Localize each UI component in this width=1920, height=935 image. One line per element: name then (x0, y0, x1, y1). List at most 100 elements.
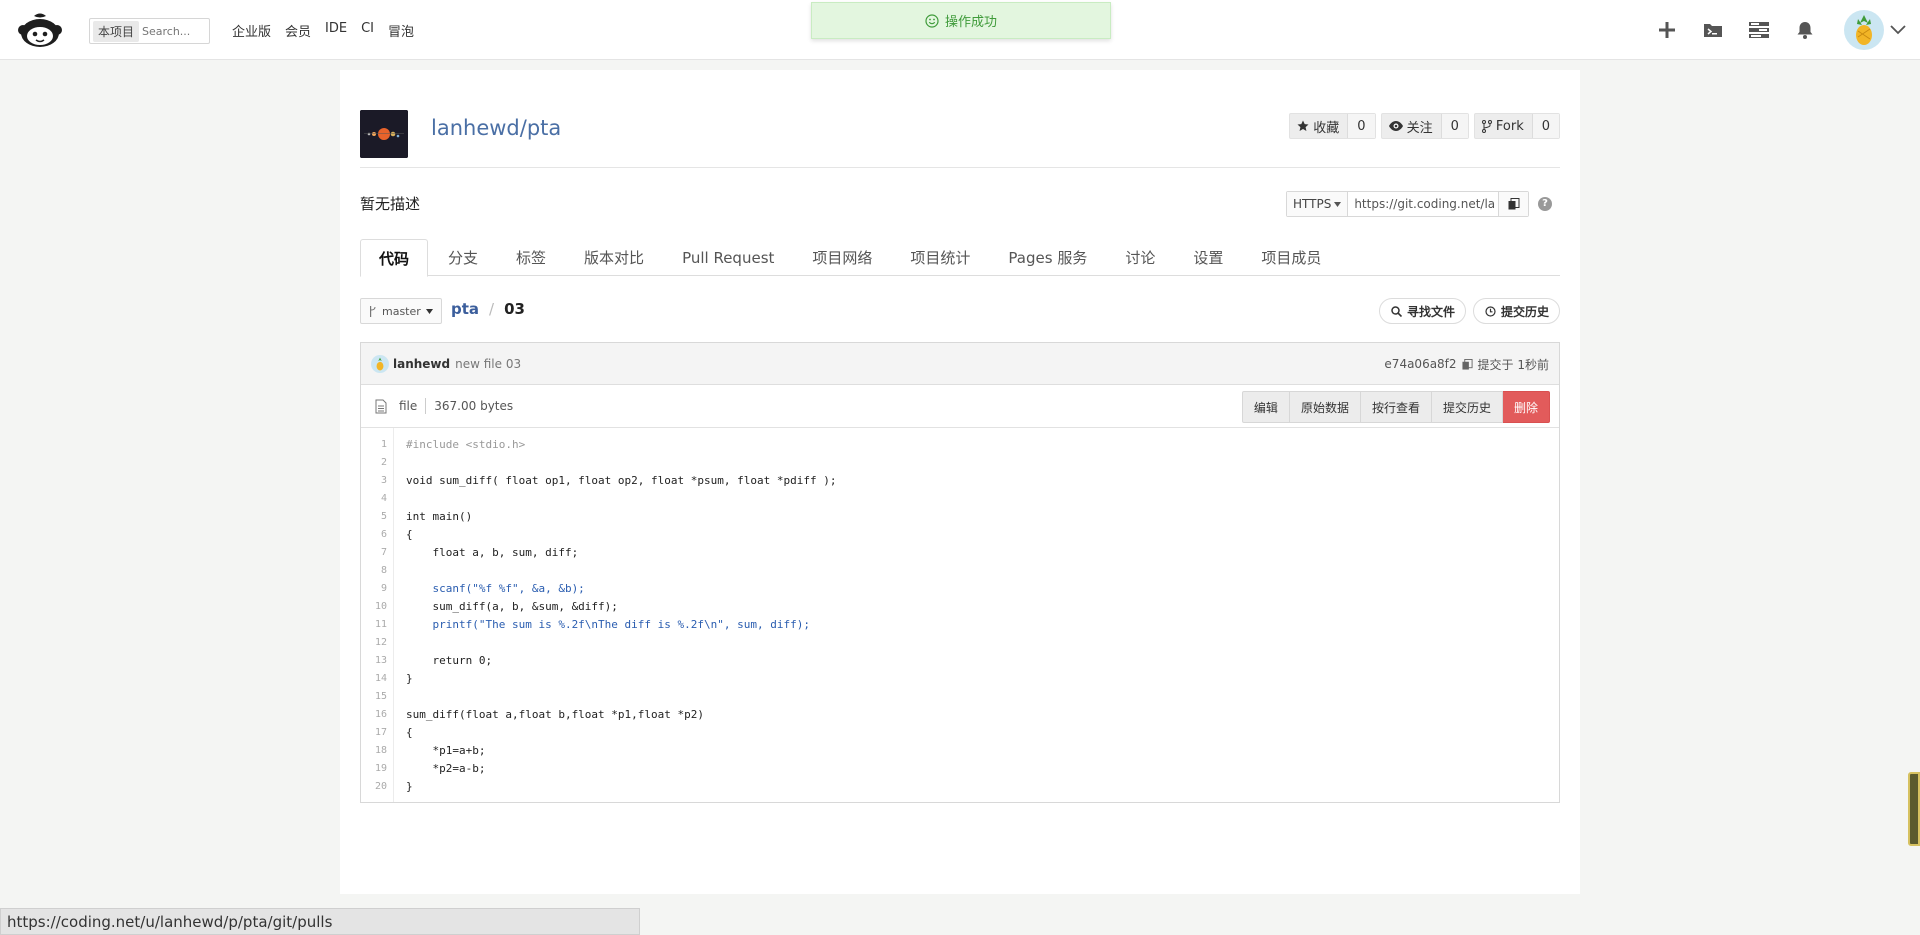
fork-button[interactable]: Fork 0 (1473, 113, 1560, 139)
user-menu[interactable] (1844, 10, 1906, 50)
top-nav: 企业版 会员 IDE CI 冒泡 (232, 21, 414, 40)
search-box[interactable]: 本项目 (89, 18, 210, 44)
file-icon (375, 399, 387, 413)
delete-button[interactable]: 删除 (1502, 391, 1550, 423)
nav-member[interactable]: 会员 (285, 21, 311, 40)
top-icons (1634, 0, 1920, 60)
line-number[interactable]: 6 (361, 529, 387, 540)
breadcrumb-repo[interactable]: pta (451, 300, 479, 318)
code-text: *p1=a+b; (406, 743, 486, 757)
history-button[interactable]: 提交历史 (1472, 298, 1560, 324)
line-number[interactable]: 12 (361, 637, 387, 648)
line-number[interactable]: 14 (361, 673, 387, 684)
blame-button[interactable]: 按行查看 (1360, 391, 1432, 423)
line-number[interactable]: 16 (361, 709, 387, 720)
chevron-down-icon[interactable] (1890, 25, 1906, 35)
tab-code[interactable]: 代码 (360, 239, 429, 277)
divider (425, 398, 427, 414)
clone-url-input[interactable]: https://git.coding.net/la (1348, 192, 1498, 216)
line-number[interactable]: 15 (361, 691, 387, 702)
file-history-button[interactable]: 提交历史 (1431, 391, 1503, 423)
code-line: 16 sum_diff(float a,float b,float *p1,flo… (361, 705, 1559, 723)
avatar[interactable] (1844, 10, 1884, 50)
tab-tags[interactable]: 标签 (498, 239, 564, 276)
plus-icon[interactable] (1654, 17, 1680, 43)
tab-settings[interactable]: 设置 (1175, 239, 1241, 276)
line-number[interactable]: 2 (361, 457, 387, 468)
line-number[interactable]: 8 (361, 565, 387, 576)
code-text: sum_diff(float a,float b,float *p1,float… (406, 707, 705, 721)
nav-bubble[interactable]: 冒泡 (388, 21, 414, 40)
line-number[interactable]: 19 (361, 763, 387, 774)
line-number[interactable]: 18 (361, 745, 387, 756)
tab-compare[interactable]: 版本对比 (566, 239, 662, 276)
repo-title[interactable]: lanhewd/pta (431, 116, 561, 140)
code-text: { (406, 527, 413, 541)
code-line: 20} (361, 777, 1559, 795)
line-number[interactable]: 5 (361, 511, 387, 522)
bell-icon[interactable] (1792, 17, 1818, 43)
tab-discuss[interactable]: 讨论 (1107, 239, 1173, 276)
watch-button[interactable]: 关注 0 (1380, 113, 1469, 139)
code-line: 15 (361, 687, 1559, 705)
breadcrumb-file: 03 (504, 300, 525, 318)
file-action-group: 编辑 原始数据 按行查看 提交历史 删除 (1241, 391, 1550, 423)
tab-pull-request[interactable]: Pull Request (664, 239, 792, 276)
tab-stats[interactable]: 项目统计 (892, 239, 988, 276)
copy-icon (1508, 198, 1520, 210)
repo-avatar[interactable] (360, 110, 408, 158)
scroll-handle[interactable] (1908, 772, 1920, 846)
code-line: 14} (361, 669, 1559, 687)
line-number[interactable]: 20 (361, 781, 387, 792)
code-line: 5 int main() (361, 507, 1559, 525)
help-icon[interactable]: ? (1538, 197, 1552, 211)
line-number[interactable]: 11 (361, 619, 387, 630)
code-text: printf("The sum is %.2f\nThe diff is %.2… (406, 617, 810, 631)
copy-icon[interactable] (1462, 358, 1473, 370)
code-line: 4 (361, 489, 1559, 507)
code-text: } (406, 671, 413, 685)
raw-button[interactable]: 原始数据 (1289, 391, 1361, 423)
line-number[interactable]: 17 (361, 727, 387, 738)
star-icon (1297, 120, 1309, 131)
star-button[interactable]: 收藏 0 (1289, 113, 1376, 139)
status-bar-url: https://coding.net/u/lanhewd/p/pta/git/p… (0, 908, 640, 935)
tab-branches[interactable]: 分支 (430, 239, 496, 276)
caret-down-icon (1334, 201, 1342, 207)
nav-ide[interactable]: IDE (325, 21, 347, 40)
line-number[interactable]: 7 (361, 547, 387, 558)
clock-icon (1485, 305, 1496, 317)
commit-message[interactable]: new file 03 (455, 357, 521, 371)
nav-enterprise[interactable]: 企业版 (232, 21, 271, 40)
search-input[interactable] (142, 24, 207, 38)
tab-network[interactable]: 项目网络 (794, 239, 890, 276)
smile-icon (925, 13, 939, 28)
clone-protocol-select[interactable]: HTTPS (1287, 192, 1349, 216)
copy-url-button[interactable] (1498, 192, 1529, 216)
commit-author-avatar[interactable] (371, 354, 389, 373)
line-number[interactable]: 13 (361, 655, 387, 666)
coding-logo-icon[interactable] (18, 12, 62, 48)
line-number[interactable]: 9 (361, 583, 387, 594)
commit-author[interactable]: lanhewd (393, 357, 450, 371)
nav-ci[interactable]: CI (361, 21, 374, 40)
commit-sha[interactable]: e74a06a8f2 (1384, 357, 1456, 371)
line-number[interactable]: 1 (361, 439, 387, 450)
fork-count: 0 (1531, 114, 1559, 138)
code-text: int main() (406, 509, 473, 523)
branch-select[interactable]: master (360, 298, 442, 324)
search-scope[interactable]: 本项目 (93, 20, 140, 42)
star-label: 收藏 (1313, 120, 1340, 136)
find-file-button[interactable]: 寻找文件 (1378, 298, 1466, 324)
tab-pages[interactable]: Pages 服务 (990, 239, 1105, 276)
edit-button[interactable]: 编辑 (1241, 391, 1290, 423)
terminal-folder-icon[interactable] (1700, 17, 1726, 43)
line-number[interactable]: 4 (361, 493, 387, 504)
line-number[interactable]: 3 (361, 475, 387, 486)
clone-box: HTTPS https://git.coding.net/la (1286, 191, 1530, 217)
line-number[interactable]: 10 (361, 601, 387, 612)
tasks-icon[interactable] (1746, 17, 1772, 43)
tab-members[interactable]: 项目成员 (1243, 239, 1339, 276)
code-line: 12 (361, 633, 1559, 651)
code-text: float a, b, sum, diff; (406, 545, 579, 559)
